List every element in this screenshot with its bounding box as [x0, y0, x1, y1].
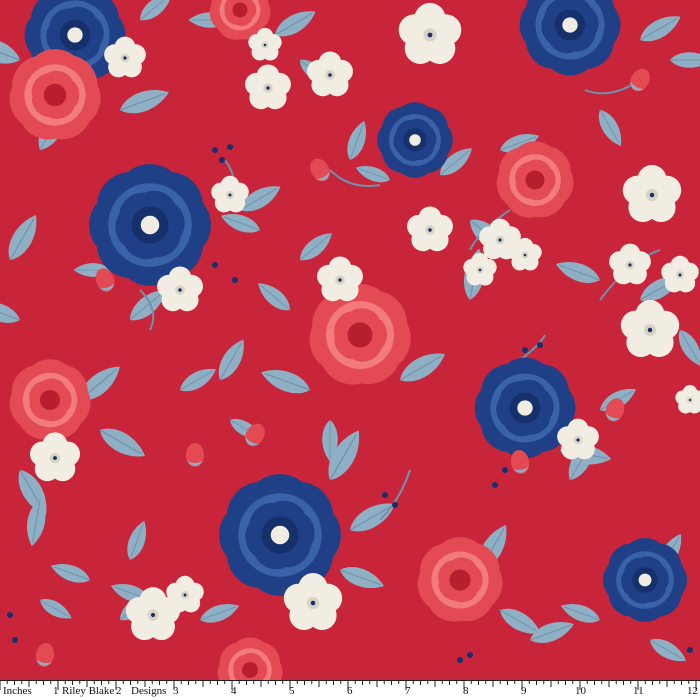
ruler-number: 7 — [405, 685, 411, 697]
sprig-dot — [687, 647, 693, 653]
ruler-brand-label-2: Designs — [131, 685, 167, 697]
ruler-number: 2 — [116, 685, 122, 697]
ruler-number: 10 — [575, 685, 586, 697]
fabric-swatch: Inches Riley Blake Designs 1 2 3 4 5 6 7… — [0, 0, 700, 700]
sprig-dot — [7, 612, 13, 618]
sprig-dot — [522, 347, 528, 353]
ruler-number: 4 — [231, 685, 237, 697]
sprig-dot — [227, 144, 233, 150]
sprig-dot — [232, 277, 238, 283]
inch-ruler: Inches Riley Blake Designs 1 2 3 4 5 6 7… — [0, 680, 700, 700]
ruler-number: 12 — [687, 685, 698, 697]
sprig-dot — [467, 652, 473, 658]
sprig-dot — [12, 637, 18, 643]
ruler-brand-label: Riley Blake — [62, 685, 115, 697]
sprig-dot — [392, 502, 398, 508]
ruler-number: 9 — [521, 685, 527, 697]
sprig-dot — [537, 342, 543, 348]
sprig-dot — [212, 147, 218, 153]
ruler-number: 11 — [633, 685, 644, 697]
sprig-dot — [382, 492, 388, 498]
ruler-unit-label: Inches — [3, 685, 32, 697]
sprig-dot — [492, 482, 498, 488]
ruler-number: 8 — [463, 685, 469, 697]
ruler-number: 6 — [347, 685, 353, 697]
ruler-number: 1 — [53, 685, 59, 697]
ruler-number: 5 — [289, 685, 295, 697]
sprig-dot — [219, 157, 225, 163]
sprig-dot — [457, 657, 463, 663]
ruler-number: 3 — [173, 685, 179, 697]
floral-print-pattern — [0, 0, 700, 700]
coral-bud — [186, 443, 204, 467]
sprig-dot — [502, 467, 508, 473]
sprig-dot — [212, 262, 218, 268]
